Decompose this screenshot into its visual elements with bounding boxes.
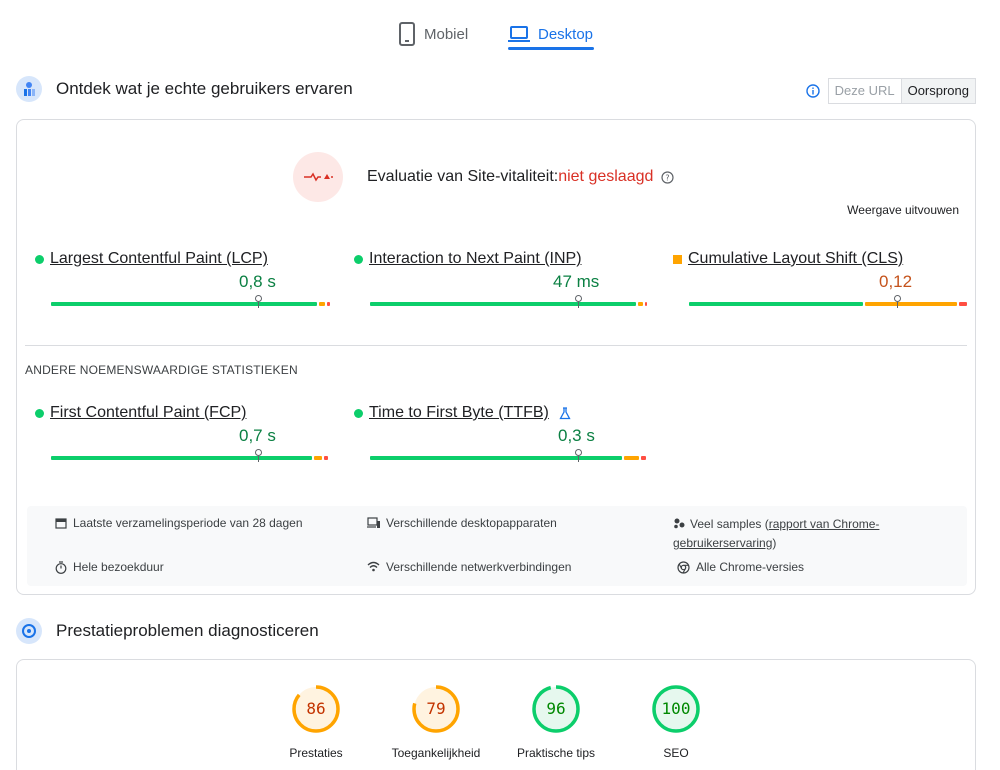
field-section-title: Ontdek wat je echte gebruikers ervaren [56,79,353,98]
field-data-card: Evaluatie van Site-vitaliteit: niet gesl… [16,119,976,595]
metric-cls-label[interactable]: Cumulative Layout Shift (CLS) [688,250,903,268]
score-value: 96 [546,699,566,718]
assessment-label: Evaluatie van Site-vitaliteit: [367,168,559,185]
metric-fcp: First Contentful Paint (FCP) 0,7 s [35,404,328,462]
active-tab-indicator [508,47,594,50]
p75-marker [575,295,582,308]
p75-marker [894,295,901,308]
url-origin-toggle: Deze URL Oorsprong [805,78,976,104]
good-status-dot [354,254,363,264]
calendar-icon [55,518,67,529]
info-devices-text: Verschillende desktopapparaten [386,516,557,530]
metric-inp: Interaction to Next Paint (INP) 47 ms [354,250,647,308]
score-label: Praktische tips [516,746,596,760]
metric-cls-value: 0,12 [879,272,913,291]
flask-icon [559,406,571,419]
score-seo[interactable]: 100 SEO [616,684,736,760]
distribution-bar [370,456,646,460]
good-status-dot [35,408,44,418]
wifi-icon [367,561,380,572]
score-accessibility[interactable]: 79 Toegankelijkheid [376,684,496,760]
score-value: 86 [306,699,326,718]
diagnose-icon [16,618,42,644]
score-value: 100 [661,699,691,718]
metric-ttfb-value: 0,3 s [558,426,595,445]
origin-button[interactable]: Oorsprong [900,79,975,103]
help-icon[interactable]: ? [661,170,674,184]
metric-lcp-value: 0,8 s [239,272,276,291]
tab-mobile[interactable]: Mobiel [398,14,468,54]
metric-inp-label[interactable]: Interaction to Next Paint (INP) [369,250,582,268]
metric-cls: Cumulative Layout Shift (CLS) 0,12 [673,250,967,308]
info-samples: Veel samples (rapport van Chrome-gebruik… [673,514,913,553]
users-icon [16,76,42,102]
devices-icon [367,517,380,528]
other-metrics-title: ANDERE NOEMENSWAARDIGE STATISTIEKEN [25,363,298,377]
score-label: Prestaties [289,746,343,760]
lab-section-title: Prestatieproblemen diagnosticeren [56,621,319,640]
score-gauge: 86 [291,684,341,734]
distribution-bar [51,456,328,460]
score-label: SEO [663,746,689,760]
this-url-button[interactable]: Deze URL [828,79,901,103]
info-samples-suffix: ) [772,536,777,550]
metric-ttfb: Time to First Byte (TTFB) 0,3 s [354,404,646,462]
p75-marker [575,449,582,462]
tab-desktop-label: Desktop [538,25,594,43]
info-period: Laatste verzamelingsperiode van 28 dagen [55,514,303,533]
score-performance[interactable]: 86 Prestaties [256,684,376,760]
score-gauge: 79 [411,684,461,734]
phone-icon [399,22,415,46]
info-duration-text: Hele bezoekduur [73,560,164,574]
lab-scores-card: 86 Prestaties 79 Toegankelijkheid 96 Pra… [16,659,976,770]
good-status-dot [354,408,363,418]
info-samples-prefix: Veel samples ( [690,517,769,531]
p75-marker [255,449,262,462]
score-gauge: 100 [651,684,701,734]
toggle-group: Deze URL Oorsprong [827,78,976,104]
distribution-bar [370,302,647,306]
info-network-text: Verschillende netwerkverbindingen [386,560,572,574]
p75-marker [255,295,262,308]
data-info-panel: Laatste verzamelingsperiode van 28 dagen… [27,506,967,586]
laptop-icon [508,26,530,42]
svg-text:?: ? [666,173,670,182]
metric-lcp: Largest Contentful Paint (LCP) 0,8 s [35,250,330,308]
timer-icon [55,561,67,574]
info-duration: Hele bezoekduur [55,558,164,577]
info-chrome-text: Alle Chrome-versies [696,560,805,574]
good-status-dot [35,254,44,264]
distribution-bar [51,302,330,306]
lab-section-header: Prestatieproblemen diagnosticeren [16,618,319,644]
score-gauge: 96 [531,684,581,734]
expand-view-link[interactable]: Weergave uitvouwen [847,203,959,217]
info-period-text: Laatste verzamelingsperiode van 28 dagen [73,516,303,530]
divider [25,345,967,346]
metric-lcp-label[interactable]: Largest Contentful Paint (LCP) [50,250,268,268]
metric-inp-value: 47 ms [553,272,600,291]
score-best-practices[interactable]: 96 Praktische tips [496,684,616,760]
info-network: Verschillende netwerkverbindingen [367,558,571,577]
field-section-header: Ontdek wat je echte gebruikers ervaren [16,76,353,102]
device-tabs: Mobiel Desktop [0,0,1000,56]
chrome-icon [677,561,690,574]
tab-mobile-label: Mobiel [424,25,469,43]
samples-icon [674,518,685,529]
score-value: 79 [426,699,446,718]
metric-fcp-label[interactable]: First Contentful Paint (FCP) [50,404,247,422]
metric-ttfb-label[interactable]: Time to First Byte (TTFB) [369,404,549,422]
info-devices: Verschillende desktopapparaten [367,514,557,533]
info-icon[interactable] [805,84,820,98]
assessment-result: niet geslaagd [558,168,654,185]
metric-fcp-value: 0,7 s [239,426,276,445]
distribution-bar [689,302,967,306]
info-chrome: Alle Chrome-versies [677,558,804,577]
cwv-assessment: Evaluatie van Site-vitaliteit: niet gesl… [293,152,674,202]
score-label: Toegankelijkheid [391,746,481,760]
average-status-square [673,254,682,264]
failed-assessment-icon [293,152,343,202]
